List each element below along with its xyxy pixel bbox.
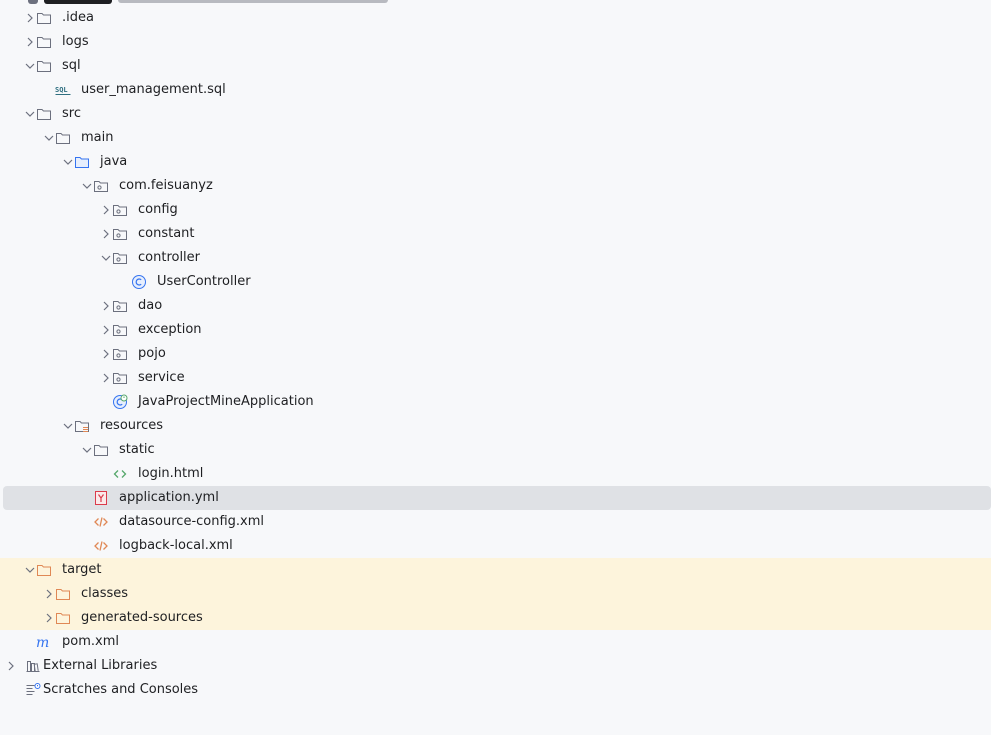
tree-row[interactable]: generated-sources [0, 606, 991, 630]
libraries-icon [25, 654, 41, 678]
tree-item-label: target [62, 562, 102, 577]
tree-item-label: application.yml [119, 490, 219, 505]
tree-item-label: External Libraries [43, 658, 158, 673]
tree-row[interactable]: login.html [0, 462, 991, 486]
tree-item-label: static [119, 442, 155, 457]
excluded-folder-icon [36, 558, 52, 582]
tree-row[interactable]: pojo [0, 342, 991, 366]
package-icon [112, 294, 128, 318]
svg-text:m: m [36, 635, 49, 650]
tree-item-label: dao [138, 298, 163, 313]
tree-item-label: controller [138, 250, 201, 265]
tree-item-label: pom.xml [62, 634, 119, 649]
tree-item-label: resources [100, 418, 164, 433]
package-icon [93, 174, 109, 198]
tree-row[interactable]: .idea [0, 6, 991, 30]
tree-row[interactable]: application.yml [3, 486, 991, 510]
tree-row[interactable]: constant [0, 222, 991, 246]
package-icon [112, 366, 128, 390]
package-icon [112, 198, 128, 222]
folder-icon [36, 6, 52, 30]
tree-row[interactable]: External Libraries [0, 654, 991, 678]
tree-row[interactable]: src [0, 102, 991, 126]
folder-icon [93, 438, 109, 462]
tree-row[interactable]: config [0, 198, 991, 222]
tree-item-label: generated-sources [81, 610, 203, 625]
tree-row[interactable]: logs [0, 30, 991, 54]
maven-icon: m [36, 630, 52, 654]
tree-item-label: main [81, 130, 114, 145]
tree-item-label: logs [62, 34, 89, 49]
xml-file-icon [93, 534, 109, 558]
project-tree[interactable]: .idea logs sql SQL user_management.sql src mai… [0, 6, 991, 702]
clipped-header-icon [28, 0, 38, 4]
sql-file-icon: SQL [55, 78, 71, 102]
tree-row[interactable]: UserController [0, 270, 991, 294]
tree-item-label: JavaProjectMineApplication [138, 394, 314, 409]
tree-row[interactable]: JavaProjectMineApplication [0, 390, 991, 414]
tree-item-label: user_management.sql [81, 82, 226, 97]
tree-row[interactable]: static [0, 438, 991, 462]
tree-item-label: classes [81, 586, 129, 601]
tree-row[interactable]: dao [0, 294, 991, 318]
tree-row[interactable]: logback-local.xml [0, 534, 991, 558]
tree-row[interactable]: datasource-config.xml [0, 510, 991, 534]
tree-row[interactable]: Scratches and Consoles [0, 678, 991, 702]
package-icon [112, 318, 128, 342]
tree-item-label: datasource-config.xml [119, 514, 265, 529]
svg-text:SQL: SQL [55, 86, 68, 94]
tree-row[interactable]: classes [0, 582, 991, 606]
tree-item-label: java [100, 154, 128, 169]
tree-item-label: sql [62, 58, 81, 73]
tree-row[interactable]: m pom.xml [0, 630, 991, 654]
folder-icon [55, 126, 71, 150]
tree-row[interactable]: target [0, 558, 991, 582]
tree-row[interactable]: controller [0, 246, 991, 270]
scratches-icon [25, 678, 41, 702]
tree-item-label: src [62, 106, 81, 121]
package-icon [112, 222, 128, 246]
resources-folder-icon [74, 414, 90, 438]
tree-item-label: pojo [138, 346, 166, 361]
tree-row[interactable]: java [0, 150, 991, 174]
tree-row[interactable]: resources [0, 414, 991, 438]
tree-row[interactable]: SQL user_management.sql [0, 78, 991, 102]
yaml-file-icon [93, 486, 109, 510]
package-icon [112, 246, 128, 270]
tree-row[interactable]: sql [0, 54, 991, 78]
tree-item-label: exception [138, 322, 202, 337]
clipped-header-fragment [0, 0, 991, 4]
folder-icon [36, 54, 52, 78]
folder-icon [36, 30, 52, 54]
folder-icon [36, 102, 52, 126]
tree-row[interactable]: service [0, 366, 991, 390]
clipped-header-path [118, 0, 388, 3]
tree-item-label: UserController [157, 274, 251, 289]
tree-item-label: com.feisuanyz [119, 178, 213, 193]
package-icon [112, 342, 128, 366]
tree-item-label: .idea [62, 10, 94, 25]
tree-item-label: Scratches and Consoles [43, 682, 199, 697]
tree-item-label: config [138, 202, 178, 217]
tree-row[interactable]: com.feisuanyz [0, 174, 991, 198]
excluded-folder-icon [55, 606, 71, 630]
clipped-header-title [44, 0, 112, 4]
tree-item-label: constant [138, 226, 195, 241]
tree-item-label: login.html [138, 466, 204, 481]
tree-row[interactable]: main [0, 126, 991, 150]
source-folder-icon [74, 150, 90, 174]
tree-item-label: logback-local.xml [119, 538, 233, 553]
tree-row[interactable]: exception [0, 318, 991, 342]
class-icon [131, 270, 147, 294]
tree-item-label: service [138, 370, 185, 385]
html-file-icon [112, 462, 128, 486]
excluded-folder-icon [55, 582, 71, 606]
chevron-right-icon[interactable] [3, 654, 19, 678]
xml-file-icon [93, 510, 109, 534]
spring-app-icon [112, 390, 128, 414]
